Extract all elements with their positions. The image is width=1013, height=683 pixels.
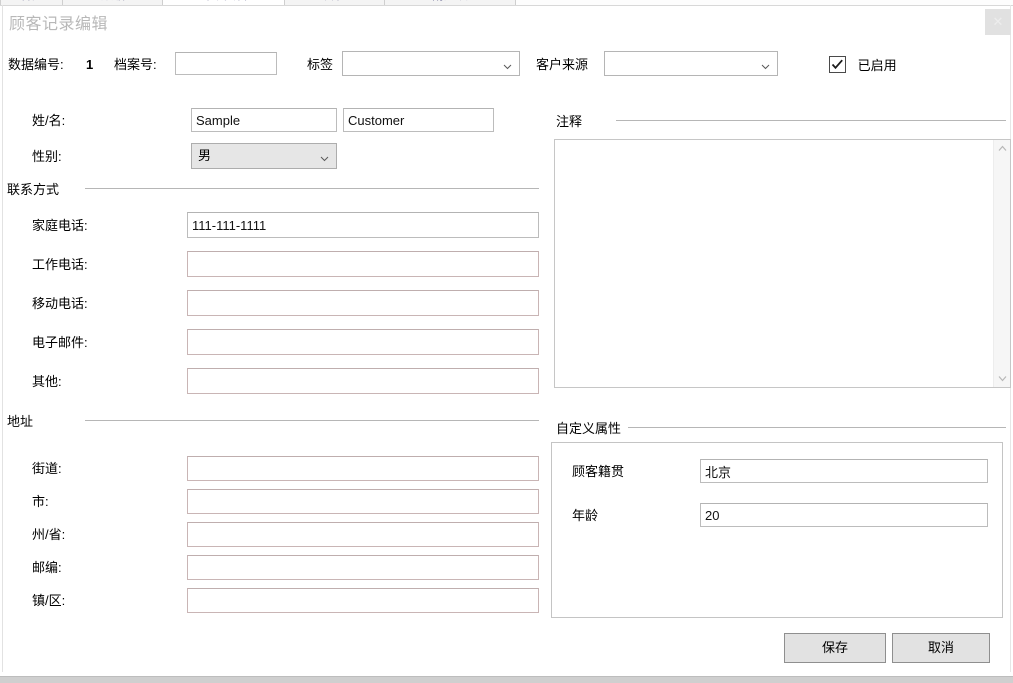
checkbox-box <box>829 56 846 73</box>
chevron-down-icon[interactable] <box>994 370 1011 387</box>
enabled-checkbox[interactable]: 已启用 <box>829 55 897 74</box>
city-input[interactable] <box>187 489 539 514</box>
state-province-input[interactable] <box>187 522 539 547</box>
home-phone-input[interactable] <box>187 212 539 238</box>
save-button[interactable]: 保存 <box>784 633 886 663</box>
district-input[interactable] <box>187 588 539 613</box>
postal-code-label: 邮编: <box>32 560 62 575</box>
custom-attributes-group-title: 自定义属性 <box>556 421 622 436</box>
custom-attr-0-input[interactable] <box>700 459 988 483</box>
page-title: 顾客记录编辑 <box>9 16 109 33</box>
postal-code-input[interactable] <box>187 555 539 580</box>
tab-label: 详细资料 <box>200 0 248 2</box>
cancel-button[interactable]: 取消 <box>892 633 990 663</box>
mobile-phone-input[interactable] <box>187 290 539 316</box>
tab-label: 客户 <box>20 0 44 2</box>
file-no-label: 档案号: <box>114 57 157 72</box>
tab-label: 附加项 <box>432 0 468 2</box>
tab-label: 数据 <box>101 0 125 2</box>
street-input[interactable] <box>187 456 539 481</box>
custom-attr-1-input[interactable] <box>700 503 988 527</box>
tag-dropdown-value <box>349 52 497 75</box>
last-name-input[interactable] <box>343 108 494 132</box>
district-label: 镇/区: <box>32 593 66 608</box>
chevron-down-icon <box>503 59 512 69</box>
chevron-down-icon <box>320 151 329 162</box>
notes-textarea[interactable] <box>555 140 993 387</box>
address-group-title: 地址 <box>7 414 34 429</box>
notes-textarea-wrapper <box>554 139 1011 388</box>
chevron-up-icon[interactable] <box>994 140 1011 157</box>
file-no-input[interactable] <box>175 52 277 75</box>
checkmark-icon <box>831 59 843 70</box>
custom-attributes-box: 顾客籍贯 年龄 <box>551 442 1003 618</box>
gender-dropdown[interactable]: 男 <box>191 143 337 169</box>
tag-dropdown[interactable] <box>342 51 520 76</box>
other-contact-label: 其他: <box>32 374 62 389</box>
customer-source-value <box>611 52 755 75</box>
close-icon[interactable]: ✕ <box>985 9 1011 35</box>
state-province-label: 州/省: <box>32 527 66 542</box>
notes-scrollbar[interactable] <box>993 140 1010 387</box>
first-name-input[interactable] <box>191 108 337 132</box>
customer-source-dropdown[interactable] <box>604 51 778 76</box>
city-label: 市: <box>32 494 49 509</box>
contact-group-header: 联系方式 <box>7 179 539 197</box>
gender-value: 男 <box>198 148 212 163</box>
notes-group-title: 注释 <box>556 114 583 129</box>
enabled-label: 已启用 <box>857 58 897 73</box>
email-label: 电子邮件: <box>32 335 88 350</box>
other-contact-input[interactable] <box>187 368 539 394</box>
street-label: 街道: <box>32 461 62 476</box>
custom-attributes-group-header: 自定义属性 <box>556 418 1006 436</box>
custom-attr-1-label: 年龄 <box>572 508 599 523</box>
customer-record-editor-window: 客户 数据 详细资料 日程 附加项 顾客记录编辑 ✕ 数据编号: 1 档案号: … <box>0 0 1013 683</box>
customer-source-label: 客户来源 <box>536 57 589 72</box>
name-label: 姓/名: <box>32 113 66 128</box>
work-phone-input[interactable] <box>187 251 539 277</box>
custom-attr-0-label: 顾客籍贯 <box>572 464 625 479</box>
record-id-value: 1 <box>86 57 94 72</box>
tab-label: 日程 <box>323 0 347 2</box>
email-input[interactable] <box>187 329 539 355</box>
notes-group-header: 注释 <box>556 111 1006 129</box>
gender-label: 性别: <box>32 149 62 164</box>
chevron-down-icon <box>761 59 770 69</box>
address-group-header: 地址 <box>7 411 539 429</box>
mobile-phone-label: 移动电话: <box>32 296 88 311</box>
home-phone-label: 家庭电话: <box>32 218 88 233</box>
contact-group-title: 联系方式 <box>7 182 60 197</box>
tag-label: 标签 <box>307 57 334 72</box>
work-phone-label: 工作电话: <box>32 257 88 272</box>
record-id-label: 数据编号: <box>8 57 64 72</box>
